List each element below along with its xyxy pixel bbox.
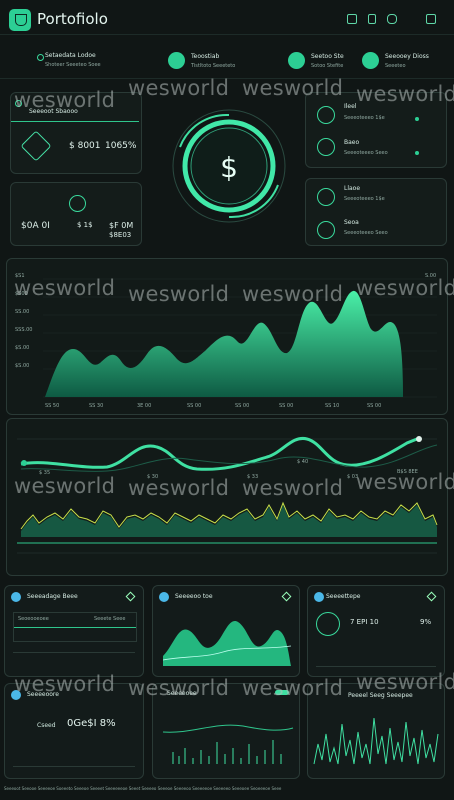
card-top-accent xyxy=(11,121,139,122)
bottom-card-2[interactable]: Seeeeoo toe xyxy=(152,585,300,677)
bell-icon[interactable] xyxy=(387,14,397,24)
bottom-card-4[interactable]: Seeeeoore Cseed 0Ge$I 8% xyxy=(4,683,144,779)
watermark: wesworld xyxy=(128,476,230,500)
watermark: wesworld xyxy=(14,672,116,696)
leaf-icon xyxy=(37,54,44,61)
target-icon[interactable] xyxy=(316,612,340,636)
user-icon[interactable] xyxy=(317,188,335,206)
watermark: wesworld xyxy=(242,282,344,306)
card-badge-icon xyxy=(11,592,21,602)
app-logo-icon[interactable] xyxy=(9,9,31,31)
wallet-hex-icon xyxy=(20,130,52,162)
mini-spike-chart xyxy=(313,717,439,765)
coin-icon xyxy=(168,52,185,69)
watermark: wesworld xyxy=(356,470,454,494)
footer-text: Seeeoot Seeooe Seeeeoe Soeeeto Seeeoe Se… xyxy=(4,786,282,791)
portfolio-dollar-icon[interactable]: $ xyxy=(170,107,288,225)
watermark: wesworld xyxy=(356,82,454,106)
nav-item-1[interactable]: Setaedata Lodoe Shoteer Seeeteo Soee xyxy=(37,52,127,74)
watermark: wesworld xyxy=(356,276,454,300)
status-dot-icon xyxy=(415,117,419,121)
square-icon[interactable] xyxy=(347,14,357,24)
mini-area-chart xyxy=(162,621,292,666)
status-dot-icon xyxy=(415,151,419,155)
pin-icon[interactable] xyxy=(125,591,136,602)
svg-text:$: $ xyxy=(220,151,238,184)
shield-icon xyxy=(362,52,379,69)
right-list-panel-2[interactable]: Llaoe Seeeoteeeo 1$e Seoa Seeeoteeeo See… xyxy=(305,178,447,246)
nav-item-4[interactable]: Seeooey Dioss Seeeteo xyxy=(362,52,450,74)
app-title: Portofiolo xyxy=(37,10,108,28)
watermark: wesworld xyxy=(14,474,116,498)
watermark: wesworld xyxy=(356,670,454,694)
arrow-icon[interactable] xyxy=(317,106,335,124)
menu-icon[interactable] xyxy=(426,14,436,24)
card-3-divider xyxy=(316,666,436,667)
stats-card[interactable]: $0A 0I $ 1$ $F 0M $8E03 xyxy=(10,182,142,246)
card-badge-icon xyxy=(159,592,169,602)
watermark: wesworld xyxy=(14,88,116,112)
card-table: Seoeooeoee Seeete Seee xyxy=(13,612,137,642)
card-badge-icon xyxy=(314,592,324,602)
watermark: wesworld xyxy=(128,76,230,100)
card-4-divider xyxy=(13,766,135,767)
mini-bar-chart xyxy=(162,724,294,764)
watermark: wesworld xyxy=(14,276,116,300)
watermark: wesworld xyxy=(242,676,344,700)
card-1-divider xyxy=(13,652,135,653)
watermark: wesworld xyxy=(242,76,344,100)
watermark: wesworld xyxy=(128,282,230,306)
bottom-card-3[interactable]: Seeeettepe 7 EPI 10 9% xyxy=(307,585,445,677)
header-divider xyxy=(0,34,454,35)
check-icon[interactable] xyxy=(317,138,335,156)
nav-item-3[interactable]: Seetoo Ste Sotoo Stefite xyxy=(288,52,358,74)
pin-icon[interactable] xyxy=(281,591,292,602)
lock-icon[interactable] xyxy=(317,221,335,239)
nav-item-2[interactable]: Teoostiab Tistltoto Seeeteto xyxy=(168,52,278,74)
watermark: wesworld xyxy=(128,676,230,700)
phone-icon[interactable] xyxy=(368,14,376,24)
pin-icon[interactable] xyxy=(426,591,437,602)
bottom-card-1[interactable]: Seeeadage Beee Seoeooeoee Seeete Seee xyxy=(4,585,144,677)
chart-icon xyxy=(288,52,305,69)
watermark: wesworld xyxy=(242,476,344,500)
coin-ring-icon[interactable] xyxy=(69,195,86,212)
